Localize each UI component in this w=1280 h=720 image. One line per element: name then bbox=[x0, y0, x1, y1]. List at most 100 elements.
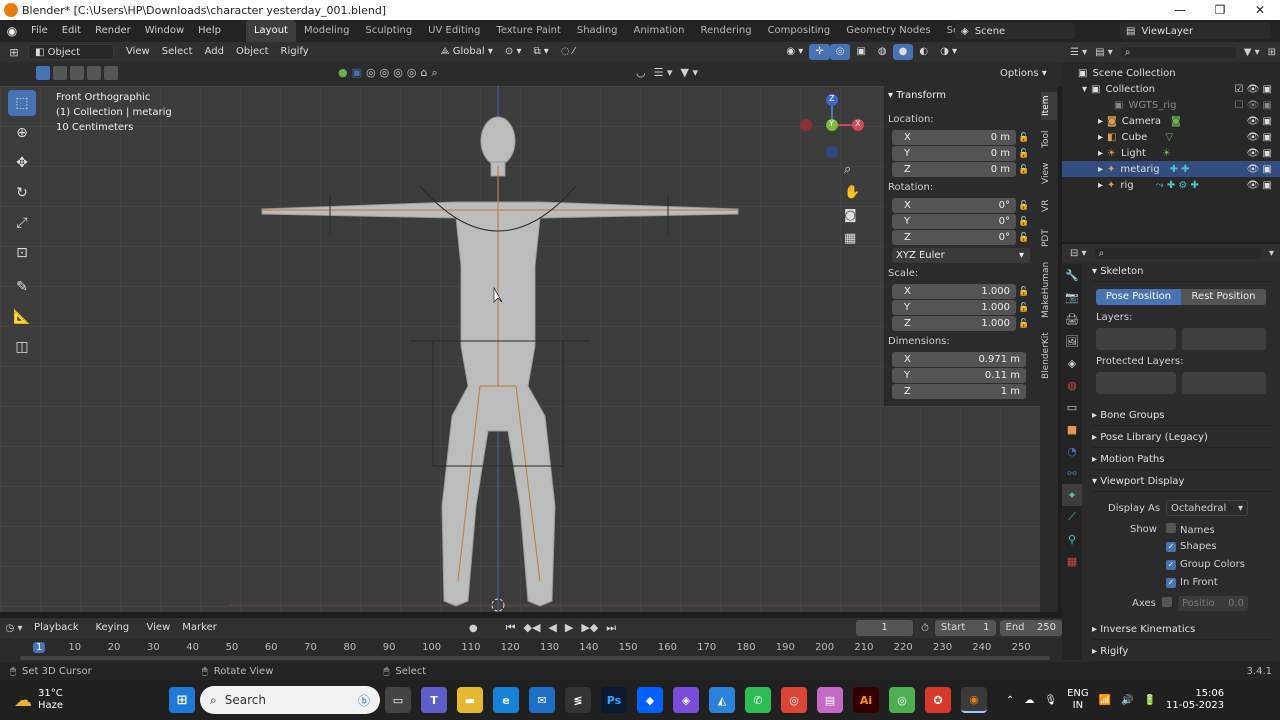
material-shading-icon[interactable]: ◐ bbox=[913, 44, 934, 60]
volume-icon[interactable]: 🔊 bbox=[1121, 695, 1133, 706]
mode-dropdown[interactable]: ◧ Object Mode ▾ bbox=[28, 44, 114, 74]
move-tool-icon[interactable]: ✥ bbox=[8, 150, 36, 176]
stopwatch-icon[interactable]: ⏱ bbox=[921, 623, 929, 634]
axes-position-field[interactable]: Positio 0.0 bbox=[1178, 596, 1248, 611]
overlay-toggle-icon[interactable]: ◎ bbox=[829, 44, 851, 60]
viewlayer-selector[interactable]: ▤ ViewLayer bbox=[1120, 23, 1270, 39]
inverse-kinematics-section[interactable]: ▸ Inverse Kinematics bbox=[1092, 620, 1274, 640]
menu-add[interactable]: Add bbox=[199, 44, 230, 60]
show-group-colors-checkbox[interactable]: ✓ Group Colors bbox=[1166, 559, 1245, 570]
tab-layout[interactable]: Layout bbox=[245, 20, 296, 42]
edge-icon[interactable]: e bbox=[493, 687, 519, 713]
new-collection-icon[interactable]: ⊞ bbox=[1268, 47, 1276, 58]
rest-position-button[interactable]: Rest Position bbox=[1181, 289, 1266, 305]
dimension-z-field[interactable]: Z 1 m bbox=[892, 384, 1026, 399]
color-filter-icon[interactable]: ● bbox=[338, 66, 348, 80]
select-box-tool-icon[interactable]: ⬚ bbox=[8, 90, 36, 116]
tab-shading[interactable]: Shading bbox=[569, 20, 626, 42]
rendered-shading-icon[interactable]: ◑ ▾ bbox=[934, 44, 963, 60]
options-dropdown[interactable]: Options ▾ bbox=[994, 66, 1053, 82]
scene-props-icon[interactable]: ◈ bbox=[1062, 352, 1082, 374]
scene-selector[interactable]: ◈ Scene bbox=[955, 23, 1075, 39]
world-props-icon[interactable]: ◍ bbox=[1062, 374, 1082, 396]
visibility-toggles[interactable]: ☑ 👁 ▣ bbox=[1235, 84, 1272, 95]
bone-groups-section[interactable]: ▸ Bone Groups bbox=[1092, 406, 1274, 426]
editor-type-icon[interactable]: ⊞ bbox=[0, 46, 28, 59]
tool-props-icon[interactable]: 🔧 bbox=[1062, 264, 1082, 286]
layers-grid-left[interactable] bbox=[1096, 328, 1176, 350]
lock-icon[interactable]: 🔓 bbox=[1018, 133, 1029, 143]
next-keyframe-icon[interactable]: ▶◆ bbox=[581, 621, 598, 635]
menu-keying[interactable]: Keying ▾ bbox=[89, 620, 140, 649]
chrome2-icon[interactable]: ◎ bbox=[889, 687, 915, 713]
scale-z-field[interactable]: Z 1.000 bbox=[892, 316, 1016, 331]
visibility-toggles[interactable]: 👁 ▣ bbox=[1247, 148, 1272, 159]
measure-tool-icon[interactable]: 📐 bbox=[8, 304, 36, 330]
lock-icon[interactable]: 🔓 bbox=[1018, 319, 1029, 329]
outliner-item-metarig[interactable]: ▸ ✦ metarig ✚ ✚ 👁 ▣ bbox=[1062, 161, 1280, 177]
filter-3-icon[interactable]: ◎ bbox=[380, 66, 390, 80]
blender-menu-icon[interactable]: ◉ bbox=[0, 24, 24, 38]
snap-target-icon[interactable]: ◡ bbox=[636, 66, 646, 79]
show-in-front-checkbox[interactable]: ✓ In Front bbox=[1166, 577, 1218, 588]
lock-icon[interactable]: 🔓 bbox=[1018, 165, 1029, 175]
menu-marker[interactable]: Marker bbox=[176, 620, 223, 636]
render-props-icon[interactable]: 📷 bbox=[1062, 286, 1082, 308]
menu-view[interactable]: View bbox=[120, 44, 156, 60]
scale-y-field[interactable]: Y 1.000 bbox=[892, 300, 1016, 315]
play-icon[interactable]: ▶ bbox=[565, 621, 573, 635]
menu-rigify[interactable]: Rigify bbox=[275, 44, 315, 60]
outliner-search-icon[interactable]: ⌕ bbox=[1120, 46, 1236, 58]
properties-search-icon[interactable]: ⌕ bbox=[1094, 247, 1261, 259]
timeline-editor-icon[interactable]: ◷ ▾ bbox=[0, 623, 28, 634]
rotation-y-field[interactable]: Y 0° bbox=[892, 214, 1016, 229]
texture-props-icon[interactable]: ▦ bbox=[1062, 550, 1082, 572]
rotation-x-field[interactable]: X 0° bbox=[892, 198, 1016, 213]
maximize-button[interactable]: ❐ bbox=[1200, 0, 1240, 20]
teams-icon[interactable]: T bbox=[421, 687, 447, 713]
menu-help[interactable]: Help bbox=[191, 20, 228, 42]
outliner-item-wgts-rig[interactable]: ▣ WGTS_rig ☐ 👁 ▣ bbox=[1062, 97, 1280, 113]
output-props-icon[interactable]: 🖨 bbox=[1062, 308, 1082, 330]
tab-uv-editing[interactable]: UV Editing bbox=[420, 20, 488, 42]
pan-hand-icon[interactable]: ✋ bbox=[844, 185, 860, 200]
add-cube-tool-icon[interactable]: ◫ bbox=[8, 334, 36, 360]
layers-grid-right[interactable] bbox=[1182, 328, 1266, 350]
tab-blenderkit[interactable]: BlenderKit bbox=[1041, 330, 1057, 382]
current-frame-field[interactable]: 1 bbox=[856, 620, 914, 636]
outliner-item-camera[interactable]: ▸ ◙ Camera ◙ 👁 ▣ bbox=[1062, 113, 1280, 129]
visibility-toggles[interactable]: 👁 ▣ bbox=[1247, 164, 1272, 175]
protected-layers-grid-right[interactable] bbox=[1182, 372, 1266, 394]
close-button[interactable]: ✕ bbox=[1240, 0, 1280, 20]
prev-keyframe-icon[interactable]: ◆◀ bbox=[523, 621, 540, 635]
blender-taskbar-icon[interactable]: ◉ bbox=[961, 687, 987, 713]
record-icon[interactable]: ● bbox=[469, 623, 478, 634]
outliner-scene-collection[interactable]: ▣ Scene Collection bbox=[1062, 65, 1280, 81]
display-as-dropdown[interactable]: Octahedral ▾ bbox=[1166, 500, 1248, 516]
select-new-icon[interactable] bbox=[36, 66, 50, 80]
clock[interactable]: 15:06 11-05-2023 bbox=[1166, 688, 1224, 712]
view-layer-props-icon[interactable]: 🖼 bbox=[1062, 330, 1082, 352]
play-reverse-icon[interactable]: ◀ bbox=[548, 621, 556, 635]
lock-icon[interactable]: 🔓 bbox=[1018, 149, 1029, 159]
xray-icon[interactable]: ▣ bbox=[850, 44, 871, 60]
transform-header[interactable]: ▾ Transform bbox=[888, 90, 946, 101]
outliner-editor-icon[interactable]: ☰ ▾ bbox=[1070, 47, 1087, 58]
microphone-icon[interactable]: 🎙 bbox=[1044, 695, 1057, 706]
pose-position-button[interactable]: Pose Position bbox=[1096, 289, 1181, 305]
transform-tool-icon[interactable]: ⊡ bbox=[8, 240, 36, 266]
mail-icon[interactable]: ✉ bbox=[529, 687, 555, 713]
filter-5-icon[interactable]: ◎ bbox=[407, 66, 417, 80]
file-explorer-icon[interactable]: ▬ bbox=[457, 687, 483, 713]
app2-icon[interactable]: ◈ bbox=[673, 687, 699, 713]
pose-library-section[interactable]: ▸ Pose Library (Legacy) bbox=[1092, 428, 1274, 448]
snap-icon[interactable]: ⧉ ▾ bbox=[527, 44, 554, 60]
gizmo-toggle-icon[interactable]: ✛ bbox=[809, 44, 830, 60]
navigation-gizmo[interactable]: Z X Y bbox=[800, 90, 868, 158]
tab-animation[interactable]: Animation bbox=[626, 20, 693, 42]
pivot-icon[interactable]: ⊙ ▾ bbox=[499, 44, 528, 60]
whatsapp-icon[interactable]: ✆ bbox=[745, 687, 771, 713]
tab-modeling[interactable]: Modeling bbox=[296, 20, 358, 42]
motion-paths-section[interactable]: ▸ Motion Paths bbox=[1092, 450, 1274, 470]
photoshop-icon[interactable]: Ps bbox=[601, 687, 627, 713]
